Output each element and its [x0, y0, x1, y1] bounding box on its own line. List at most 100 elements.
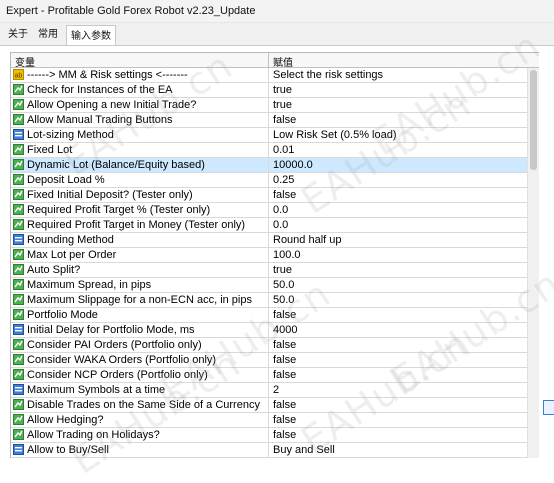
enum-param-icon: [13, 384, 24, 395]
cell-divider: [268, 293, 269, 307]
parameter-name: Allow Opening a new Initial Trade?: [27, 99, 197, 111]
parameter-value[interactable]: false: [273, 309, 523, 321]
scrollbar-thumb[interactable]: [530, 70, 537, 170]
parameter-name: Lot-sizing Method: [27, 129, 114, 141]
parameter-value[interactable]: 100.0: [273, 249, 523, 261]
parameter-name: Allow Manual Trading Buttons: [27, 114, 173, 126]
parameter-name: Rounding Method: [27, 234, 114, 246]
window-title: Expert - Profitable Gold Forex Robot v2.…: [6, 5, 256, 17]
parameter-value[interactable]: false: [273, 429, 523, 441]
parameter-value[interactable]: false: [273, 414, 523, 426]
parameter-name: Required Profit Target in Money (Tester …: [27, 219, 246, 231]
parameter-value[interactable]: Buy and Sell: [273, 444, 523, 456]
tab-inputs[interactable]: 输入参数: [66, 25, 116, 46]
parameter-row[interactable]: Required Profit Target in Money (Tester …: [11, 218, 527, 233]
numeric-param-icon: [13, 369, 24, 380]
parameter-row[interactable]: Consider WAKA Orders (Portfolio only) fal…: [11, 353, 527, 368]
vertical-scrollbar[interactable]: [527, 68, 539, 458]
parameter-row[interactable]: Consider PAI Orders (Portfolio only) fals…: [11, 338, 527, 353]
parameter-name: Consider PAI Orders (Portfolio only): [27, 339, 202, 351]
parameter-row[interactable]: Maximum Symbols at a time 2: [11, 383, 527, 398]
parameter-row[interactable]: Initial Delay for Portfolio Mode, ms 4000: [11, 323, 527, 338]
numeric-param-icon: [13, 399, 24, 410]
parameter-name: Consider NCP Orders (Portfolio only): [27, 369, 208, 381]
parameter-row[interactable]: Fixed Initial Deposit? (Tester only) fals…: [11, 188, 527, 203]
parameter-row[interactable]: Allow Trading on Holidays? false: [11, 428, 527, 443]
parameter-row[interactable]: Portfolio Mode false: [11, 308, 527, 323]
parameter-row[interactable]: Maximum Slippage for a non-ECN acc, in p…: [11, 293, 527, 308]
parameter-value[interactable]: Select the risk settings: [273, 69, 523, 81]
numeric-param-icon: [13, 264, 24, 275]
numeric-param-icon: [13, 279, 24, 290]
parameter-value[interactable]: 0.01: [273, 144, 523, 156]
cell-divider: [268, 413, 269, 427]
parameter-row[interactable]: Allow Manual Trading Buttons false: [11, 113, 527, 128]
parameter-row[interactable]: Deposit Load % 0.25: [11, 173, 527, 188]
parameter-value[interactable]: Round half up: [273, 234, 523, 246]
parameter-value[interactable]: true: [273, 84, 523, 96]
numeric-param-icon: [13, 204, 24, 215]
parameter-value[interactable]: false: [273, 339, 523, 351]
tab-about[interactable]: 关于: [6, 27, 30, 45]
parameter-value[interactable]: 10000.0: [273, 159, 523, 171]
cell-divider: [268, 443, 269, 457]
parameter-name: Consider WAKA Orders (Portfolio only): [27, 354, 217, 366]
cell-divider: [268, 83, 269, 97]
parameter-row[interactable]: Required Profit Target % (Tester only) 0.…: [11, 203, 527, 218]
parameter-value[interactable]: 50.0: [273, 294, 523, 306]
parameter-value[interactable]: 4000: [273, 324, 523, 336]
parameter-value[interactable]: 0.0: [273, 204, 523, 216]
column-header-value[interactable]: 赋值: [273, 54, 293, 69]
parameter-row[interactable]: Disable Trades on the Same Side of a Cur…: [11, 398, 527, 413]
parameter-value[interactable]: 50.0: [273, 279, 523, 291]
parameter-value[interactable]: false: [273, 114, 523, 126]
parameter-name: Max Lot per Order: [27, 249, 117, 261]
parameter-name: Maximum Symbols at a time: [27, 384, 166, 396]
parameter-row[interactable]: Check for Instances of the EA true: [11, 83, 527, 98]
parameter-name: Allow Hedging?: [27, 414, 104, 426]
parameter-name: Allow to Buy/Sell: [27, 444, 109, 456]
parameter-row[interactable]: Dynamic Lot (Balance/Equity based) 10000.…: [11, 158, 527, 173]
inputs-panel: 变量 赋值 ab ------> MM & Risk settings <----…: [0, 45, 554, 458]
parameter-row[interactable]: Fixed Lot 0.01: [11, 143, 527, 158]
cell-divider: [268, 128, 269, 142]
parameter-row[interactable]: Max Lot per Order 100.0: [11, 248, 527, 263]
parameter-row[interactable]: Consider NCP Orders (Portfolio only) fals…: [11, 368, 527, 383]
parameter-name: Portfolio Mode: [27, 309, 98, 321]
tab-common[interactable]: 常用: [36, 27, 60, 45]
parameter-row[interactable]: Auto Split? true: [11, 263, 527, 278]
parameter-value[interactable]: false: [273, 354, 523, 366]
column-divider[interactable]: [268, 53, 269, 67]
parameter-row[interactable]: Rounding Method Round half up: [11, 233, 527, 248]
window-titlebar: Expert - Profitable Gold Forex Robot v2.…: [0, 0, 554, 23]
cell-divider: [268, 263, 269, 277]
parameter-row[interactable]: Allow Opening a new Initial Trade? true: [11, 98, 527, 113]
parameter-value[interactable]: true: [273, 99, 523, 111]
column-header-variable[interactable]: 变量: [15, 54, 35, 69]
numeric-param-icon: [13, 84, 24, 95]
parameter-row[interactable]: Maximum Spread, in pips 50.0: [11, 278, 527, 293]
cell-divider: [268, 143, 269, 157]
parameter-name: Required Profit Target % (Tester only): [27, 204, 211, 216]
cell-divider: [268, 353, 269, 367]
parameter-row[interactable]: ab ------> MM & Risk settings <------- Sel…: [11, 68, 527, 83]
numeric-param-icon: [13, 429, 24, 440]
numeric-param-icon: [13, 414, 24, 425]
parameter-name: ------> MM & Risk settings <-------: [27, 69, 188, 81]
enum-param-icon: [13, 234, 24, 245]
parameter-value[interactable]: false: [273, 399, 523, 411]
parameter-value[interactable]: 2: [273, 384, 523, 396]
parameter-value[interactable]: Low Risk Set (0.5% load): [273, 129, 523, 141]
parameter-value[interactable]: 0.25: [273, 174, 523, 186]
parameter-value[interactable]: false: [273, 189, 523, 201]
parameter-value[interactable]: 0.0: [273, 219, 523, 231]
parameter-rows: ab ------> MM & Risk settings <------- Sel…: [11, 68, 527, 458]
parameter-value[interactable]: true: [273, 264, 523, 276]
parameter-value[interactable]: false: [273, 369, 523, 381]
parameter-row[interactable]: Allow Hedging? false: [11, 413, 527, 428]
enum-param-icon: [13, 444, 24, 455]
parameter-name: Fixed Lot: [27, 144, 73, 156]
side-panel-icon[interactable]: [543, 400, 554, 415]
tab-strip: 关于 常用 输入参数: [0, 23, 554, 46]
parameter-row[interactable]: Lot-sizing Method Low Risk Set (0.5% load…: [11, 128, 527, 143]
